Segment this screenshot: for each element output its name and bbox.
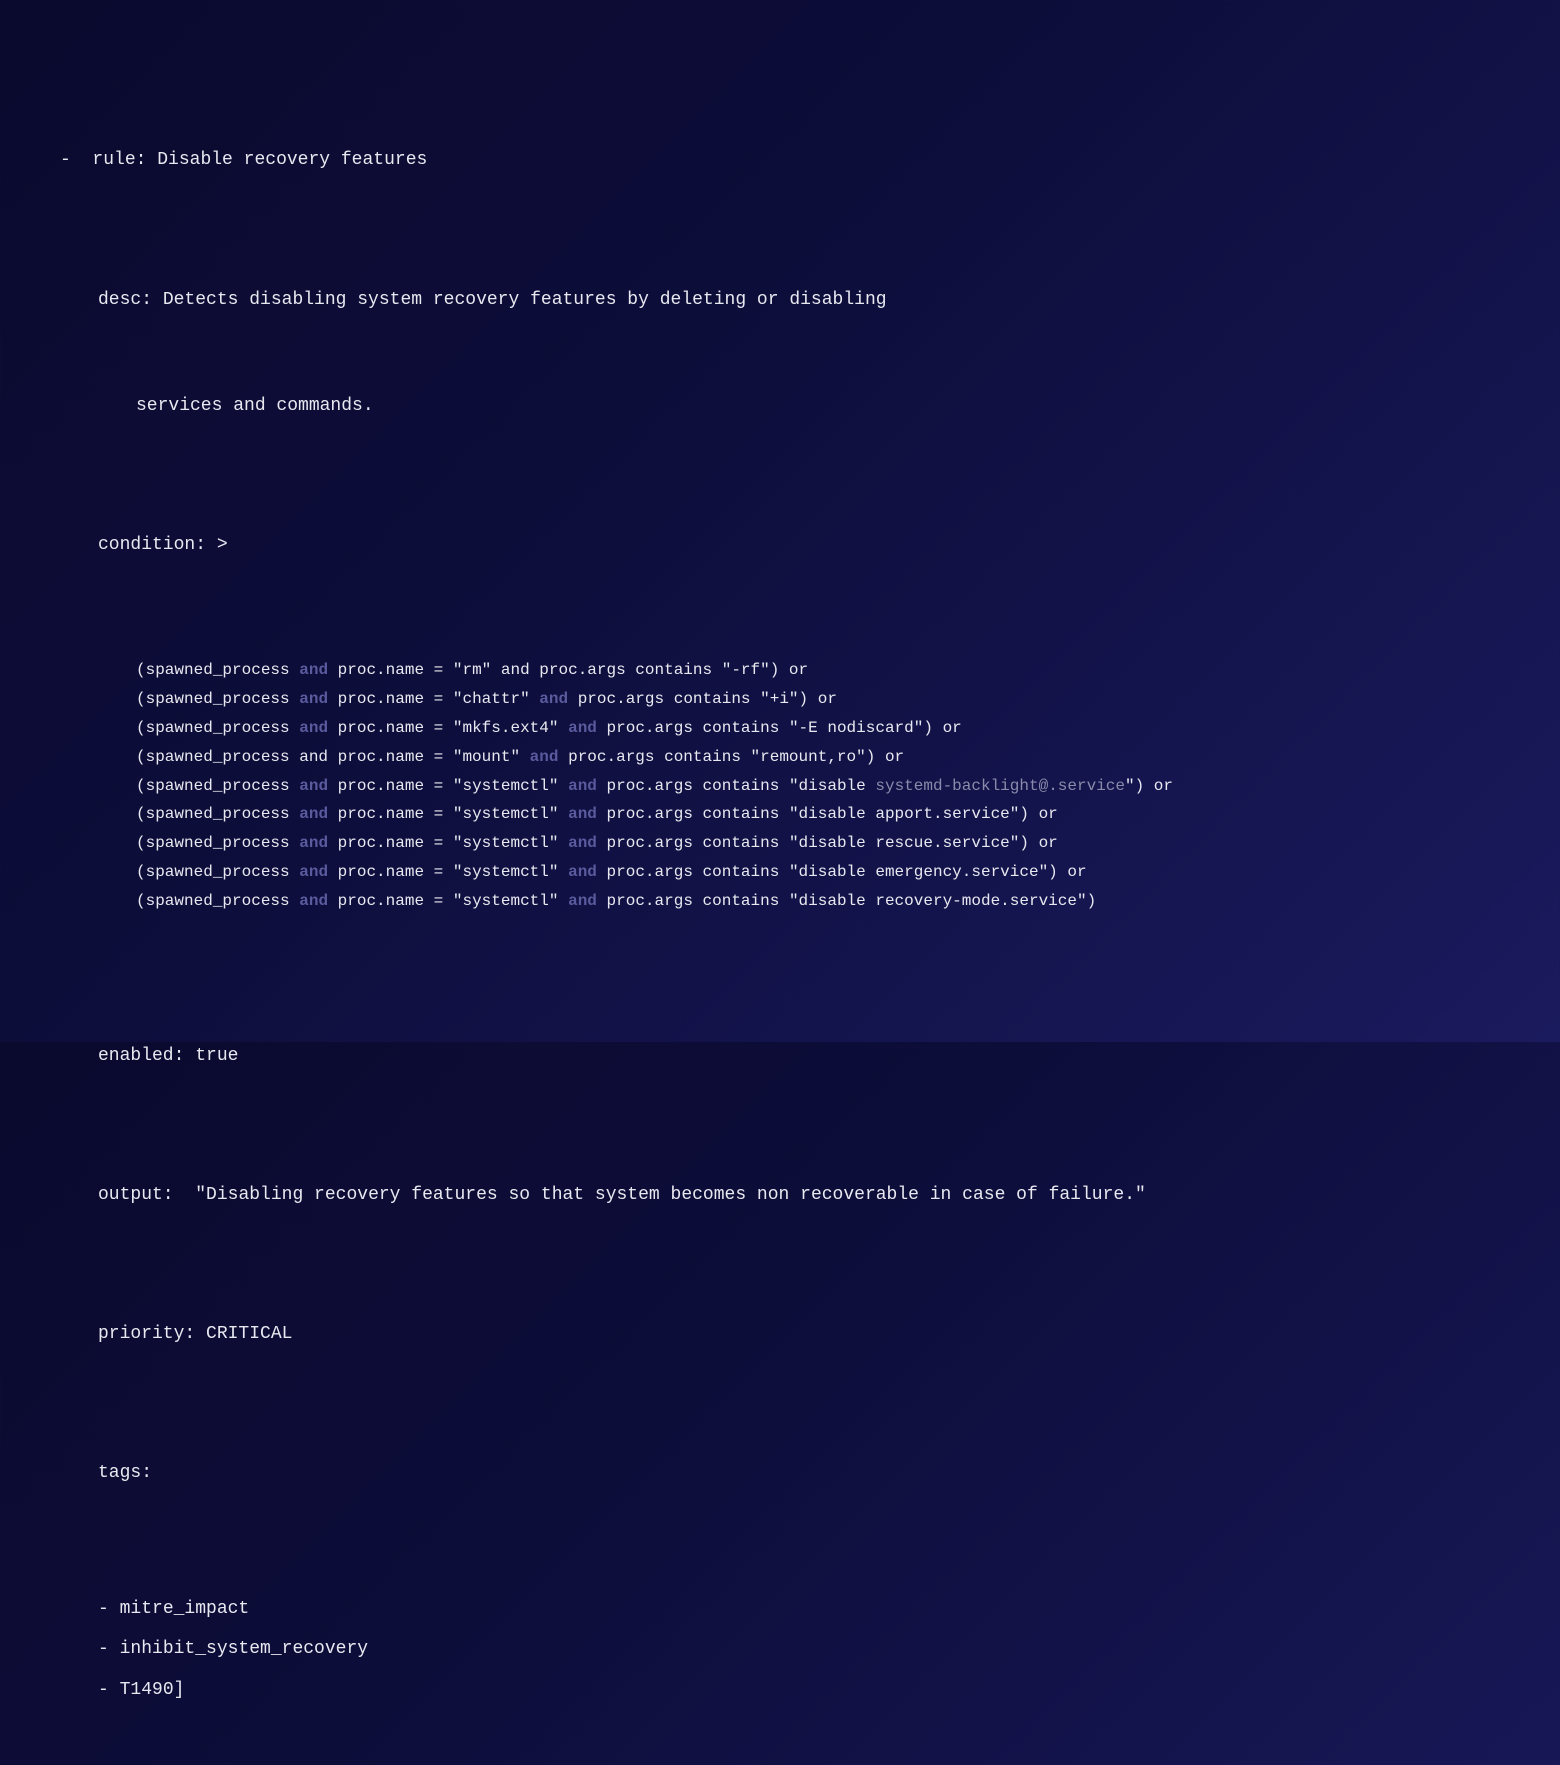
and-keyword: and	[299, 834, 328, 852]
enabled-key: enabled:	[98, 1046, 184, 1066]
tag-value: inhibit_system_recovery	[120, 1639, 368, 1659]
tags-key-line: tags:	[98, 1459, 1500, 1488]
and-keyword: and	[568, 719, 597, 737]
condition-key: condition: >	[98, 535, 228, 555]
output-value: "Disabling recovery features so that sys…	[184, 1185, 1145, 1205]
and-keyword: and	[299, 690, 328, 708]
desc-line-2: services and commands.	[136, 392, 1500, 421]
enabled-line: enabled: true	[98, 1042, 1500, 1071]
and-keyword: and	[299, 863, 328, 881]
desc-value-1: Detects disabling system recovery featur…	[163, 290, 887, 310]
yaml-rule-block: - rule: Disable recovery features desc: …	[60, 60, 1500, 1765]
dash-char: -	[98, 1639, 120, 1659]
priority-key: priority:	[98, 1324, 195, 1344]
condition-line: (spawned_process and proc.name = "chattr…	[136, 685, 1500, 714]
condition-line: (spawned_process and proc.name = "mount"…	[136, 743, 1500, 772]
condition-line: (spawned_process and proc.name = "rm" an…	[136, 656, 1500, 685]
enabled-value: true	[195, 1046, 238, 1066]
and-keyword: and	[568, 805, 597, 823]
dimmed-service-name: systemd-backlight@.service	[875, 777, 1125, 795]
tag-item: - inhibit_system_recovery	[98, 1635, 1500, 1664]
and-keyword: and	[299, 719, 328, 737]
condition-line: (spawned_process and proc.name = "system…	[136, 858, 1500, 887]
desc-key: desc:	[98, 290, 152, 310]
and-keyword: and	[530, 748, 559, 766]
condition-line: (spawned_process and proc.name = "system…	[136, 829, 1500, 858]
output-key: output:	[98, 1185, 174, 1205]
and-keyword: and	[299, 777, 328, 795]
tag-value: mitre_impact	[120, 1599, 250, 1619]
output-line: output: "Disabling recovery features so …	[98, 1181, 1500, 1210]
condition-line: (spawned_process and proc.name = "system…	[136, 800, 1500, 829]
priority-value: CRITICAL	[206, 1324, 292, 1344]
rule-line: - rule: Disable recovery features	[60, 146, 1500, 175]
condition-line: (spawned_process and proc.name = "system…	[136, 772, 1500, 801]
and-keyword: and	[568, 834, 597, 852]
and-keyword: and	[539, 690, 568, 708]
dash-char: -	[98, 1599, 120, 1619]
tags-list: - mitre_impact- inhibit_system_recovery-…	[98, 1595, 1500, 1705]
desc-line: desc: Detects disabling system recovery …	[98, 286, 1500, 315]
and-keyword: and	[299, 892, 328, 910]
condition-block: (spawned_process and proc.name = "rm" an…	[136, 656, 1500, 915]
and-keyword: and	[568, 863, 597, 881]
dash-char: -	[60, 150, 71, 170]
and-keyword: and	[568, 777, 597, 795]
and-keyword: and	[568, 892, 597, 910]
rule-value: Disable recovery features	[157, 150, 427, 170]
tags-key: tags:	[98, 1463, 152, 1483]
tag-item: - T1490]	[98, 1676, 1500, 1705]
condition-line: (spawned_process and proc.name = "mkfs.e…	[136, 714, 1500, 743]
dash-char: -	[98, 1680, 120, 1700]
desc-value-2: services and commands.	[136, 396, 374, 416]
rule-key: rule:	[92, 150, 146, 170]
condition-key-line: condition: >	[98, 531, 1500, 560]
and-keyword: and	[299, 805, 328, 823]
and-keyword: and	[299, 661, 328, 679]
tag-value: T1490]	[120, 1680, 185, 1700]
priority-line: priority: CRITICAL	[98, 1320, 1500, 1349]
tag-item: - mitre_impact	[98, 1595, 1500, 1624]
condition-line: (spawned_process and proc.name = "system…	[136, 887, 1500, 916]
